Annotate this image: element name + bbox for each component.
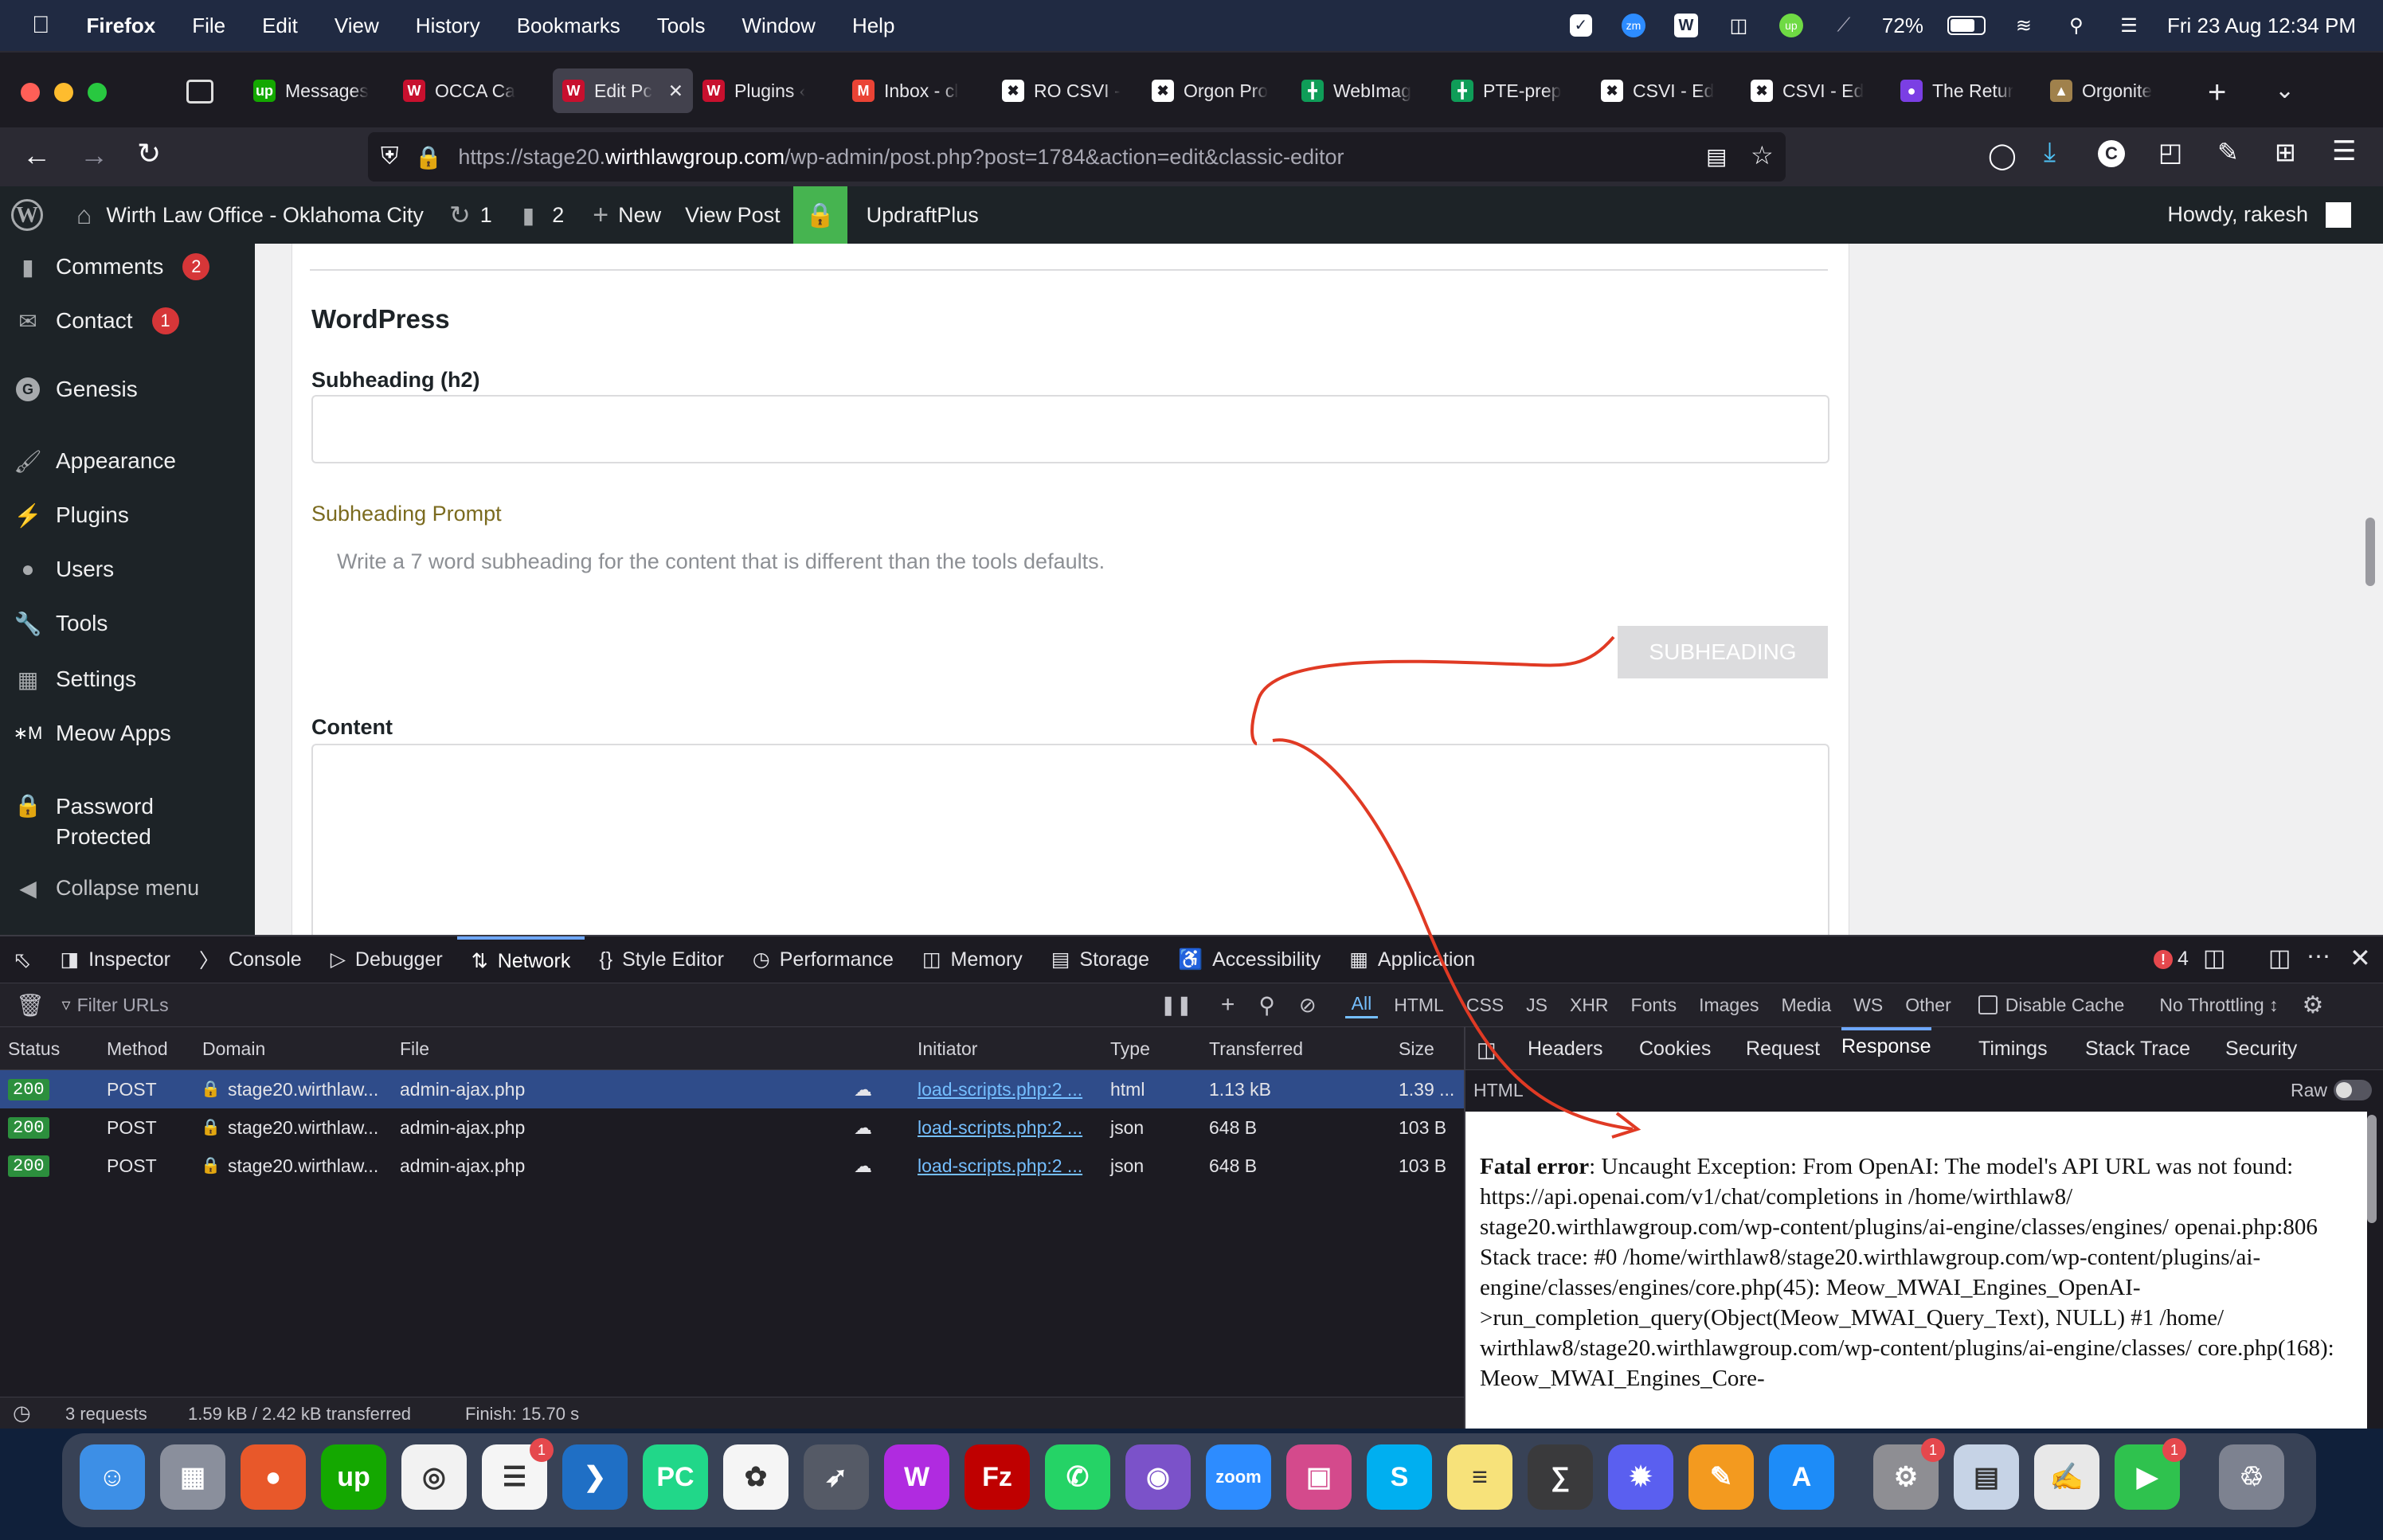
facetime-icon[interactable]: ▶ 1 [2115, 1438, 2186, 1510]
chatgpt-icon[interactable]: ✿ [723, 1444, 788, 1510]
macos-dock: ☺ ▦ ● up ◎ ☰ 1 ❯ PC ✿ ➶ W Fz ✆ ◉ zoom ▣ S ≡ ∑ ✹ ✎ A ⚙ 1 ▤ ✍ ▶ 1 ♲ [62, 1433, 2316, 1527]
photo-booth-icon[interactable]: ▣ [1286, 1444, 1352, 1510]
github-icon[interactable]: ◉ [1125, 1444, 1191, 1510]
annotation-arrow-line [1250, 635, 1615, 745]
rocket-icon[interactable]: ➶ [804, 1444, 869, 1510]
notification-badge: 1 [2162, 1438, 2186, 1462]
reminders-icon[interactable]: ☰ 1 [482, 1438, 554, 1510]
annotation-arrow [1250, 635, 1641, 1139]
calculator-icon[interactable]: ∑ [1528, 1444, 1593, 1510]
firefox-icon[interactable]: ● [241, 1444, 306, 1510]
skype-icon[interactable]: S [1367, 1444, 1432, 1510]
finder-icon[interactable]: ☺ [80, 1444, 145, 1510]
filezilla-icon[interactable]: Fz [965, 1444, 1030, 1510]
pycharm-icon[interactable]: PC [643, 1444, 708, 1510]
perplexity-icon[interactable]: ✹ [1608, 1444, 1673, 1510]
whatsapp-icon[interactable]: ✆ [1045, 1444, 1110, 1510]
pages-icon[interactable]: ✎ [1688, 1444, 1754, 1510]
textedit-icon[interactable]: ✍ [2034, 1444, 2099, 1510]
notification-badge: 1 [1921, 1438, 1945, 1462]
system-settings-icon[interactable]: ⚙ 1 [1873, 1438, 1945, 1510]
notes-icon[interactable]: ≡ [1447, 1444, 1512, 1510]
wps-icon[interactable]: W [884, 1444, 949, 1510]
notification-badge: 1 [530, 1438, 554, 1462]
vscode-icon[interactable]: ❯ [562, 1444, 628, 1510]
preview-icon[interactable]: ▤ [1954, 1444, 2019, 1510]
upwork-icon[interactable]: up [321, 1444, 386, 1510]
chrome-icon[interactable]: ◎ [401, 1444, 467, 1510]
app-store-icon[interactable]: A [1769, 1444, 1834, 1510]
annotation-arrow-curve [1272, 738, 1634, 1131]
zoom-icon[interactable]: zoom [1206, 1444, 1271, 1510]
launchpad-icon[interactable]: ▦ [160, 1444, 225, 1510]
trash-icon[interactable]: ♲ [2219, 1444, 2284, 1510]
